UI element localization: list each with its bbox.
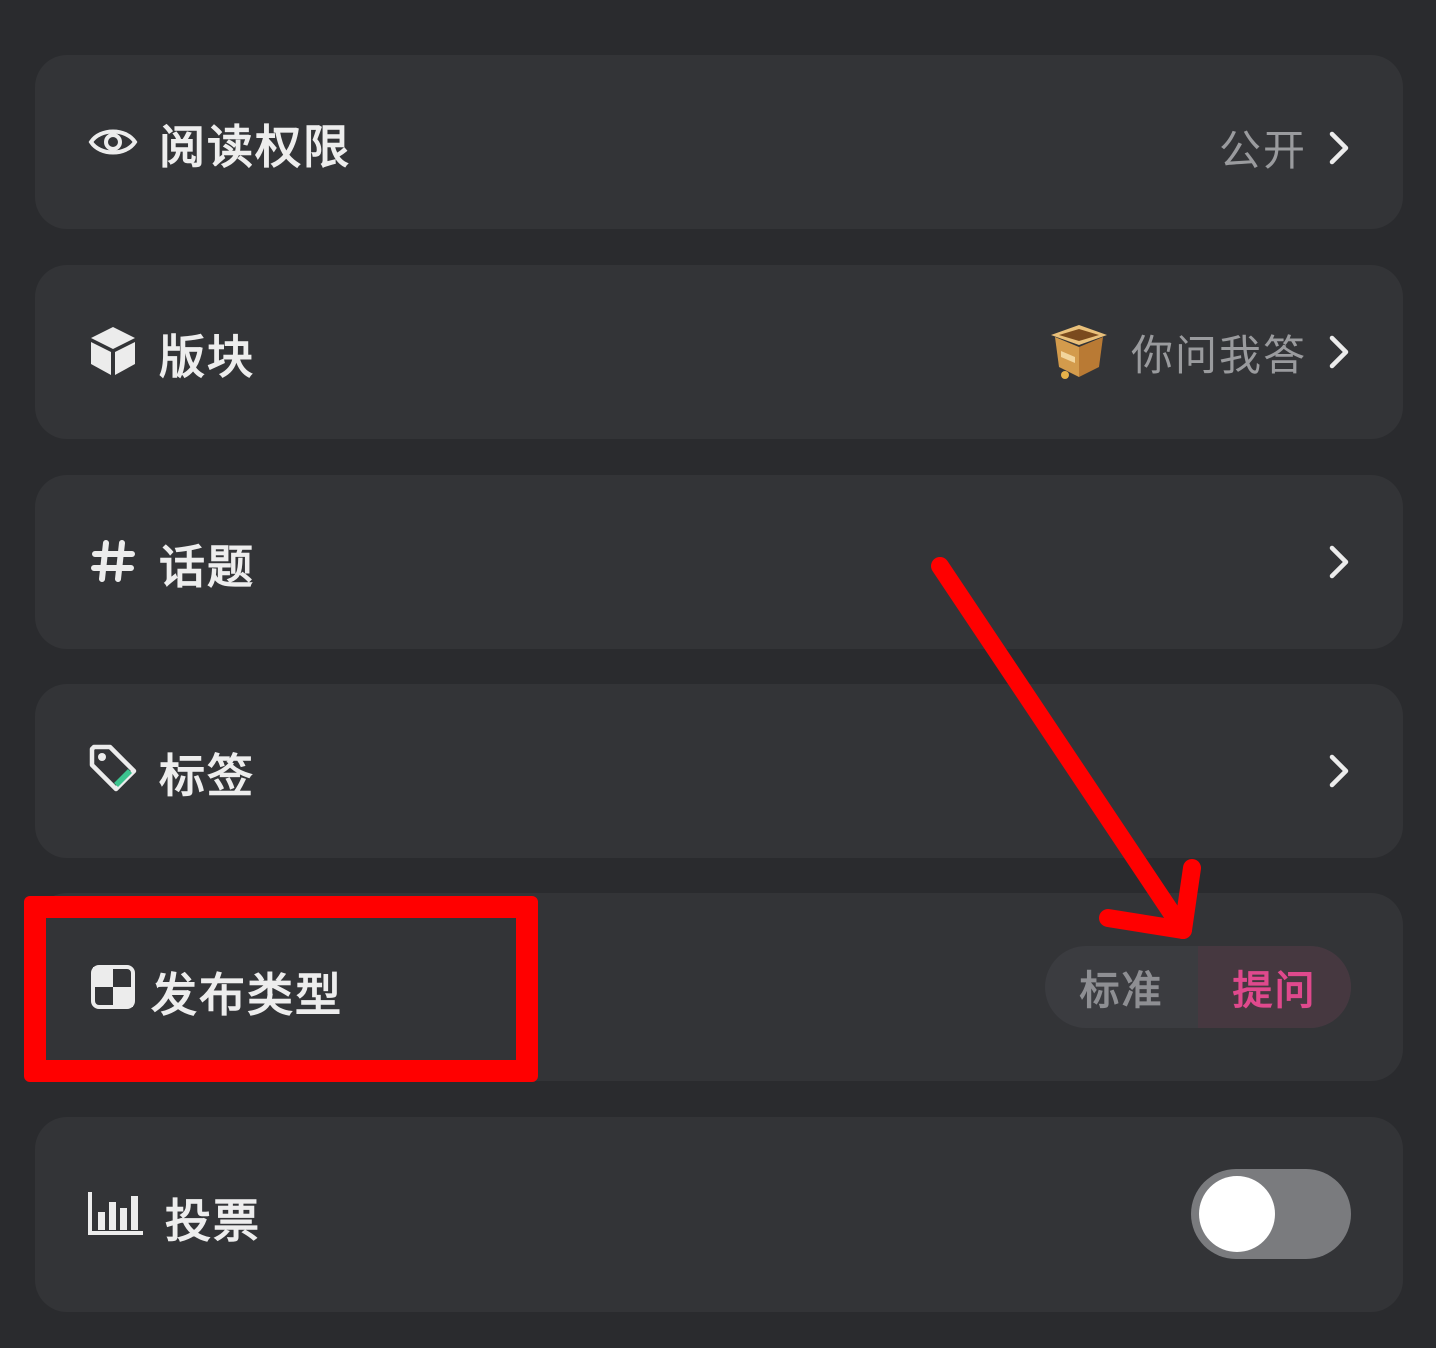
chevron-right-icon [1325,542,1353,582]
section-label: 版块 [159,330,255,384]
vote-toggle[interactable] [1191,1169,1351,1259]
tag-icon [87,742,139,794]
eye-icon [87,116,139,168]
chevron-right-icon [1325,128,1353,168]
post-type-option-question[interactable]: 提问 [1198,946,1351,1028]
annotation-highlight-box [24,896,538,1082]
treasure-box-icon [1045,321,1113,383]
bar-chart-icon [87,1187,145,1239]
section-row[interactable]: 版块 你问我答 [35,265,1403,439]
read-permission-row[interactable]: 阅读权限 公开 [35,55,1403,229]
read-permission-label: 阅读权限 [159,120,351,174]
vote-row: 投票 [35,1117,1403,1312]
toggle-knob [1199,1176,1275,1252]
post-type-segmented-control: 标准 提问 [1045,946,1351,1028]
section-value: 你问我答 [1130,330,1307,380]
tags-label: 标签 [159,749,255,803]
cube-icon [87,325,139,377]
topic-row[interactable]: 话题 [35,475,1403,649]
tags-row[interactable]: 标签 [35,684,1403,858]
vote-label: 投票 [165,1194,261,1248]
post-type-option-standard[interactable]: 标准 [1045,946,1198,1028]
chevron-right-icon [1325,332,1353,372]
topic-label: 话题 [159,540,255,594]
read-permission-value: 公开 [1218,126,1307,175]
hash-icon [87,535,139,587]
chevron-right-icon [1325,751,1353,791]
